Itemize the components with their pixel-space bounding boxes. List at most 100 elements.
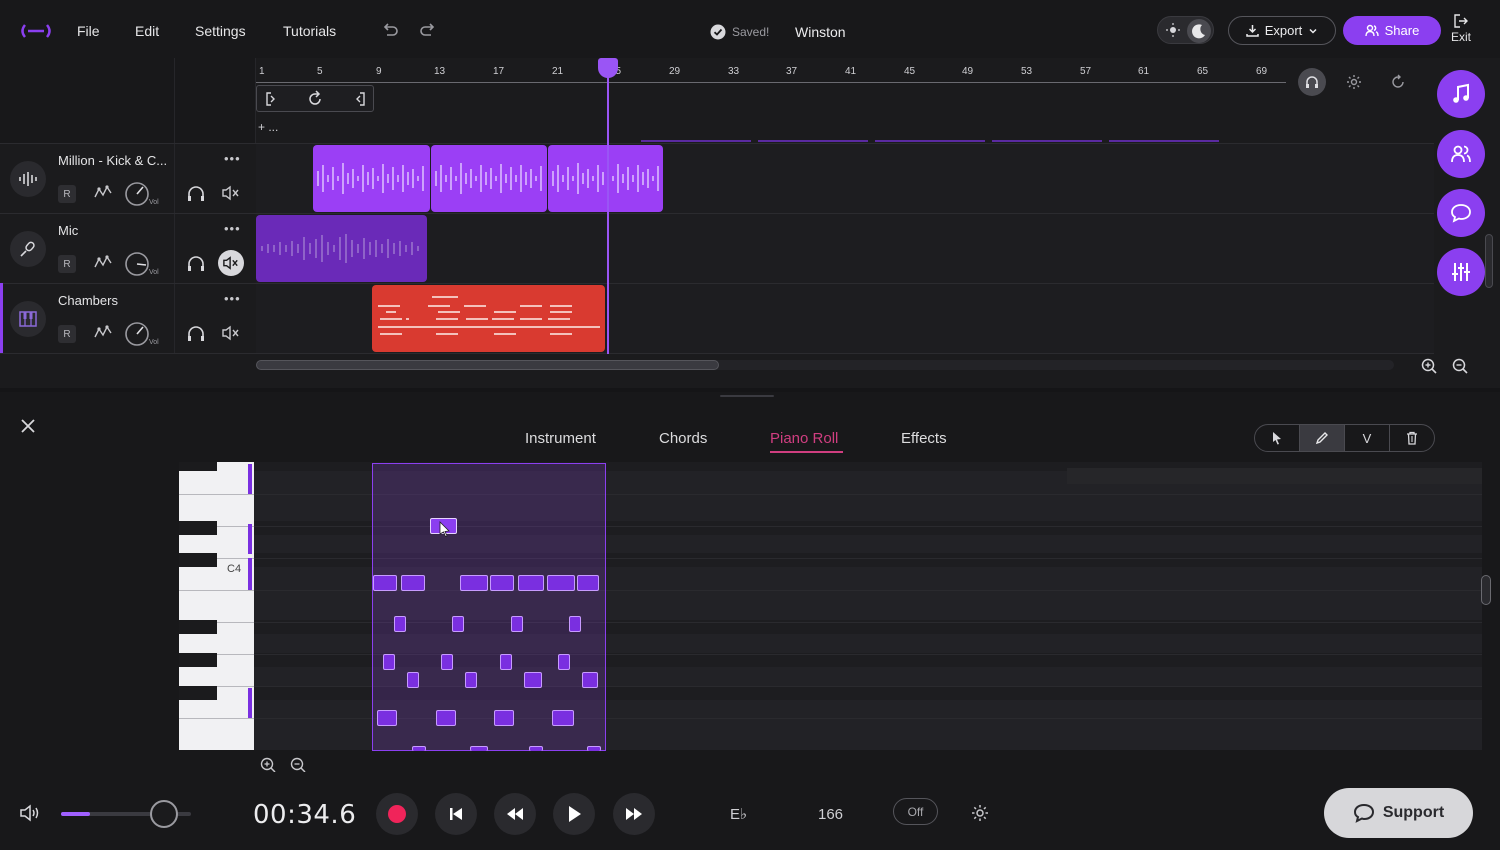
midi-clip[interactable] bbox=[372, 285, 605, 352]
mute-icon[interactable] bbox=[218, 250, 244, 276]
tab-piano-roll[interactable]: Piano Roll bbox=[770, 430, 838, 447]
piano-keyboard[interactable]: C4 bbox=[179, 462, 254, 750]
midi-note[interactable] bbox=[577, 575, 599, 591]
track-more-button[interactable]: ••• bbox=[224, 151, 241, 166]
midi-note[interactable] bbox=[558, 654, 570, 670]
midi-note[interactable] bbox=[582, 672, 598, 688]
undo-icon[interactable] bbox=[380, 22, 400, 40]
play-button[interactable] bbox=[553, 793, 595, 835]
gear-icon[interactable] bbox=[1345, 73, 1363, 91]
record-arm-button[interactable]: R bbox=[58, 185, 76, 203]
horizontal-scrollbar[interactable] bbox=[256, 360, 1394, 370]
headphones-icon[interactable] bbox=[186, 184, 206, 202]
loop-icon[interactable] bbox=[306, 90, 324, 108]
audio-clip[interactable] bbox=[548, 145, 663, 212]
key-signature[interactable]: E♭ bbox=[730, 805, 747, 823]
black-key[interactable] bbox=[179, 620, 217, 634]
piano-roll-vertical-scrollbar[interactable] bbox=[1481, 575, 1491, 605]
track-name[interactable]: Chambers bbox=[58, 293, 118, 308]
automation-icon[interactable] bbox=[93, 183, 113, 203]
track-name[interactable]: Million - Kick & C... bbox=[58, 153, 167, 168]
midi-note[interactable] bbox=[490, 575, 514, 591]
loop-start-icon[interactable] bbox=[265, 91, 277, 107]
redo-icon[interactable] bbox=[418, 22, 438, 40]
midi-note[interactable] bbox=[401, 575, 425, 591]
headphones-icon[interactable] bbox=[186, 324, 206, 342]
midi-note[interactable] bbox=[394, 616, 406, 632]
track-header[interactable]: Mic ••• R Vol bbox=[0, 213, 256, 283]
vertical-scrollbar[interactable] bbox=[1485, 234, 1493, 288]
audio-clip[interactable] bbox=[313, 145, 430, 212]
pencil-tool[interactable] bbox=[1300, 425, 1345, 451]
midi-note[interactable] bbox=[552, 710, 574, 726]
speaker-icon[interactable] bbox=[19, 803, 41, 823]
rewind-button[interactable] bbox=[494, 793, 536, 835]
midi-note[interactable] bbox=[547, 575, 575, 591]
track-more-button[interactable]: ••• bbox=[224, 291, 241, 306]
midi-region[interactable] bbox=[372, 463, 606, 751]
midi-note[interactable] bbox=[436, 710, 456, 726]
theme-toggle[interactable] bbox=[1157, 16, 1214, 44]
project-name[interactable]: Winston bbox=[795, 24, 846, 40]
midi-note[interactable] bbox=[460, 575, 488, 591]
menu-tutorials[interactable]: Tutorials bbox=[283, 23, 336, 39]
audio-clip[interactable] bbox=[256, 215, 427, 282]
midi-note[interactable] bbox=[511, 616, 523, 632]
headphones-monitor-icon[interactable] bbox=[1298, 68, 1326, 96]
headphones-icon[interactable] bbox=[186, 254, 206, 272]
track-name[interactable]: Mic bbox=[58, 223, 78, 238]
export-button[interactable]: Export bbox=[1228, 16, 1336, 45]
automation-icon[interactable] bbox=[93, 323, 113, 343]
automation-icon[interactable] bbox=[93, 253, 113, 273]
midi-note[interactable] bbox=[494, 710, 514, 726]
audio-clip[interactable] bbox=[431, 145, 547, 212]
tab-effects[interactable]: Effects bbox=[901, 430, 947, 447]
mixer-button[interactable] bbox=[1437, 248, 1485, 296]
loop-end-icon[interactable] bbox=[354, 91, 366, 107]
resize-handle[interactable] bbox=[720, 395, 774, 397]
chat-button[interactable] bbox=[1437, 189, 1485, 237]
close-icon[interactable] bbox=[18, 416, 38, 436]
tab-chords[interactable]: Chords bbox=[659, 430, 707, 447]
black-key[interactable] bbox=[179, 553, 217, 567]
track-more-button[interactable]: ••• bbox=[224, 221, 241, 236]
velocity-tool[interactable]: V bbox=[1345, 425, 1390, 451]
midi-note[interactable] bbox=[500, 654, 512, 670]
music-note-button[interactable] bbox=[1437, 70, 1485, 118]
add-marker-button[interactable]: + ... bbox=[258, 120, 278, 134]
zoom-in-icon[interactable] bbox=[1420, 357, 1438, 375]
midi-note[interactable] bbox=[465, 672, 477, 688]
mute-icon[interactable] bbox=[221, 184, 241, 202]
reset-icon[interactable] bbox=[1389, 73, 1407, 91]
fast-forward-button[interactable] bbox=[613, 793, 655, 835]
track-header[interactable]: Chambers ••• R Vol bbox=[0, 283, 256, 353]
select-tool[interactable] bbox=[1255, 425, 1300, 451]
support-button[interactable]: Support bbox=[1324, 788, 1473, 838]
midi-note[interactable] bbox=[373, 575, 397, 591]
midi-note[interactable] bbox=[524, 672, 542, 688]
black-key[interactable] bbox=[179, 653, 217, 667]
zoom-out-icon[interactable] bbox=[1451, 357, 1469, 375]
black-key[interactable] bbox=[179, 521, 217, 535]
exit-button[interactable]: Exit bbox=[1448, 14, 1474, 44]
midi-note[interactable] bbox=[470, 746, 488, 751]
skip-to-start-button[interactable] bbox=[435, 793, 477, 835]
midi-note[interactable] bbox=[529, 746, 543, 751]
midi-note[interactable] bbox=[412, 746, 426, 751]
midi-note[interactable] bbox=[569, 616, 581, 632]
menu-settings[interactable]: Settings bbox=[195, 23, 246, 39]
menu-edit[interactable]: Edit bbox=[135, 23, 159, 39]
midi-note[interactable] bbox=[518, 575, 544, 591]
midi-note[interactable] bbox=[587, 746, 601, 751]
collaborators-button[interactable] bbox=[1437, 130, 1485, 178]
midi-note[interactable] bbox=[377, 710, 397, 726]
menu-file[interactable]: File bbox=[77, 23, 100, 39]
app-logo-icon[interactable] bbox=[18, 20, 54, 42]
share-button[interactable]: Share bbox=[1343, 16, 1441, 45]
midi-note[interactable] bbox=[407, 672, 419, 688]
record-arm-button[interactable]: R bbox=[58, 255, 76, 273]
playhead-handle[interactable] bbox=[598, 58, 618, 78]
track-header[interactable]: Million - Kick & C... ••• R Vol bbox=[0, 143, 256, 213]
metronome-toggle[interactable]: Off bbox=[893, 798, 938, 825]
black-key[interactable] bbox=[179, 686, 217, 700]
